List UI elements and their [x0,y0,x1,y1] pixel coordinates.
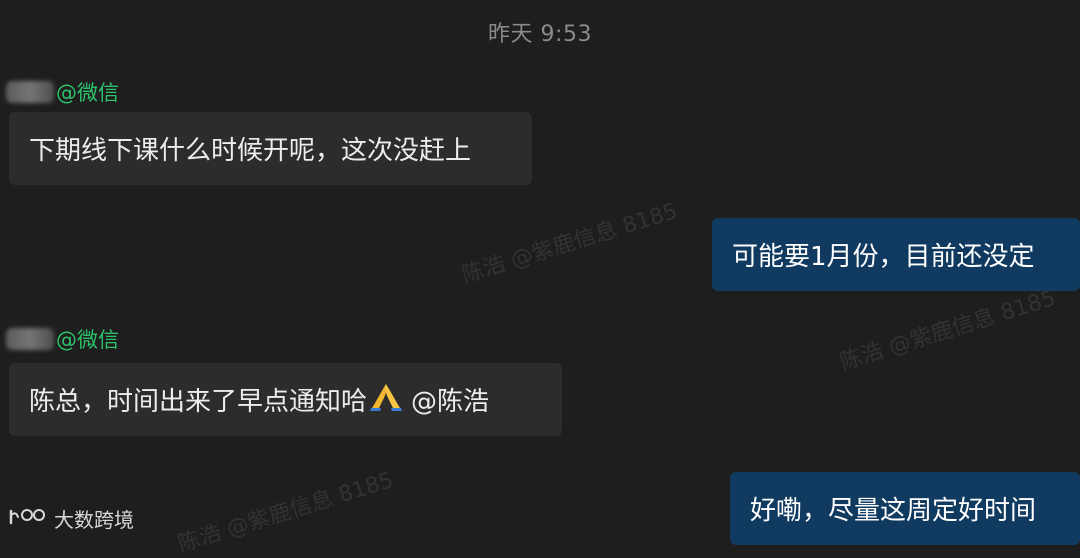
watermark: 陈浩 @紫鹿信息 8185 [837,285,1059,376]
mention-link[interactable]: @陈浩 [411,381,489,418]
sender-wechat-tag: @微信 [56,328,119,352]
blurred-sender-name [6,328,54,350]
praying-hands-icon [369,380,403,419]
message-text: 好嘞，尽量这周定好时间 [750,496,1037,526]
message-text: 可能要1月份，目前还没定 [732,242,1035,272]
sender-name[interactable]: @微信 [6,77,119,107]
blurred-sender-name [6,81,54,103]
message-bubble-incoming[interactable]: 陈总，时间出来了早点通知哈 @陈浩 [9,363,562,436]
watermark: 陈浩 @紫鹿信息 8185 [175,467,397,558]
message-timestamp: 昨天 9:53 [488,22,592,47]
dashuju-logo-icon [8,505,48,532]
brand-label: 大数跨境 [54,508,134,532]
sender-wechat-tag: @微信 [56,81,119,105]
message-bubble-outgoing[interactable]: 好嘞，尽量这周定好时间 [730,472,1080,545]
sender-name[interactable]: @微信 [6,324,119,354]
message-text: 下期线下课什么时候开呢，这次没赶上 [29,136,472,166]
watermark: 陈浩 @紫鹿信息 8185 [459,198,681,289]
message-text: 陈总，时间出来了早点通知哈 [29,387,368,417]
message-bubble-incoming[interactable]: 下期线下课什么时候开呢，这次没赶上 [9,112,532,185]
brand-logo: 大数跨境 [8,504,134,533]
message-bubble-outgoing[interactable]: 可能要1月份，目前还没定 [712,218,1080,291]
